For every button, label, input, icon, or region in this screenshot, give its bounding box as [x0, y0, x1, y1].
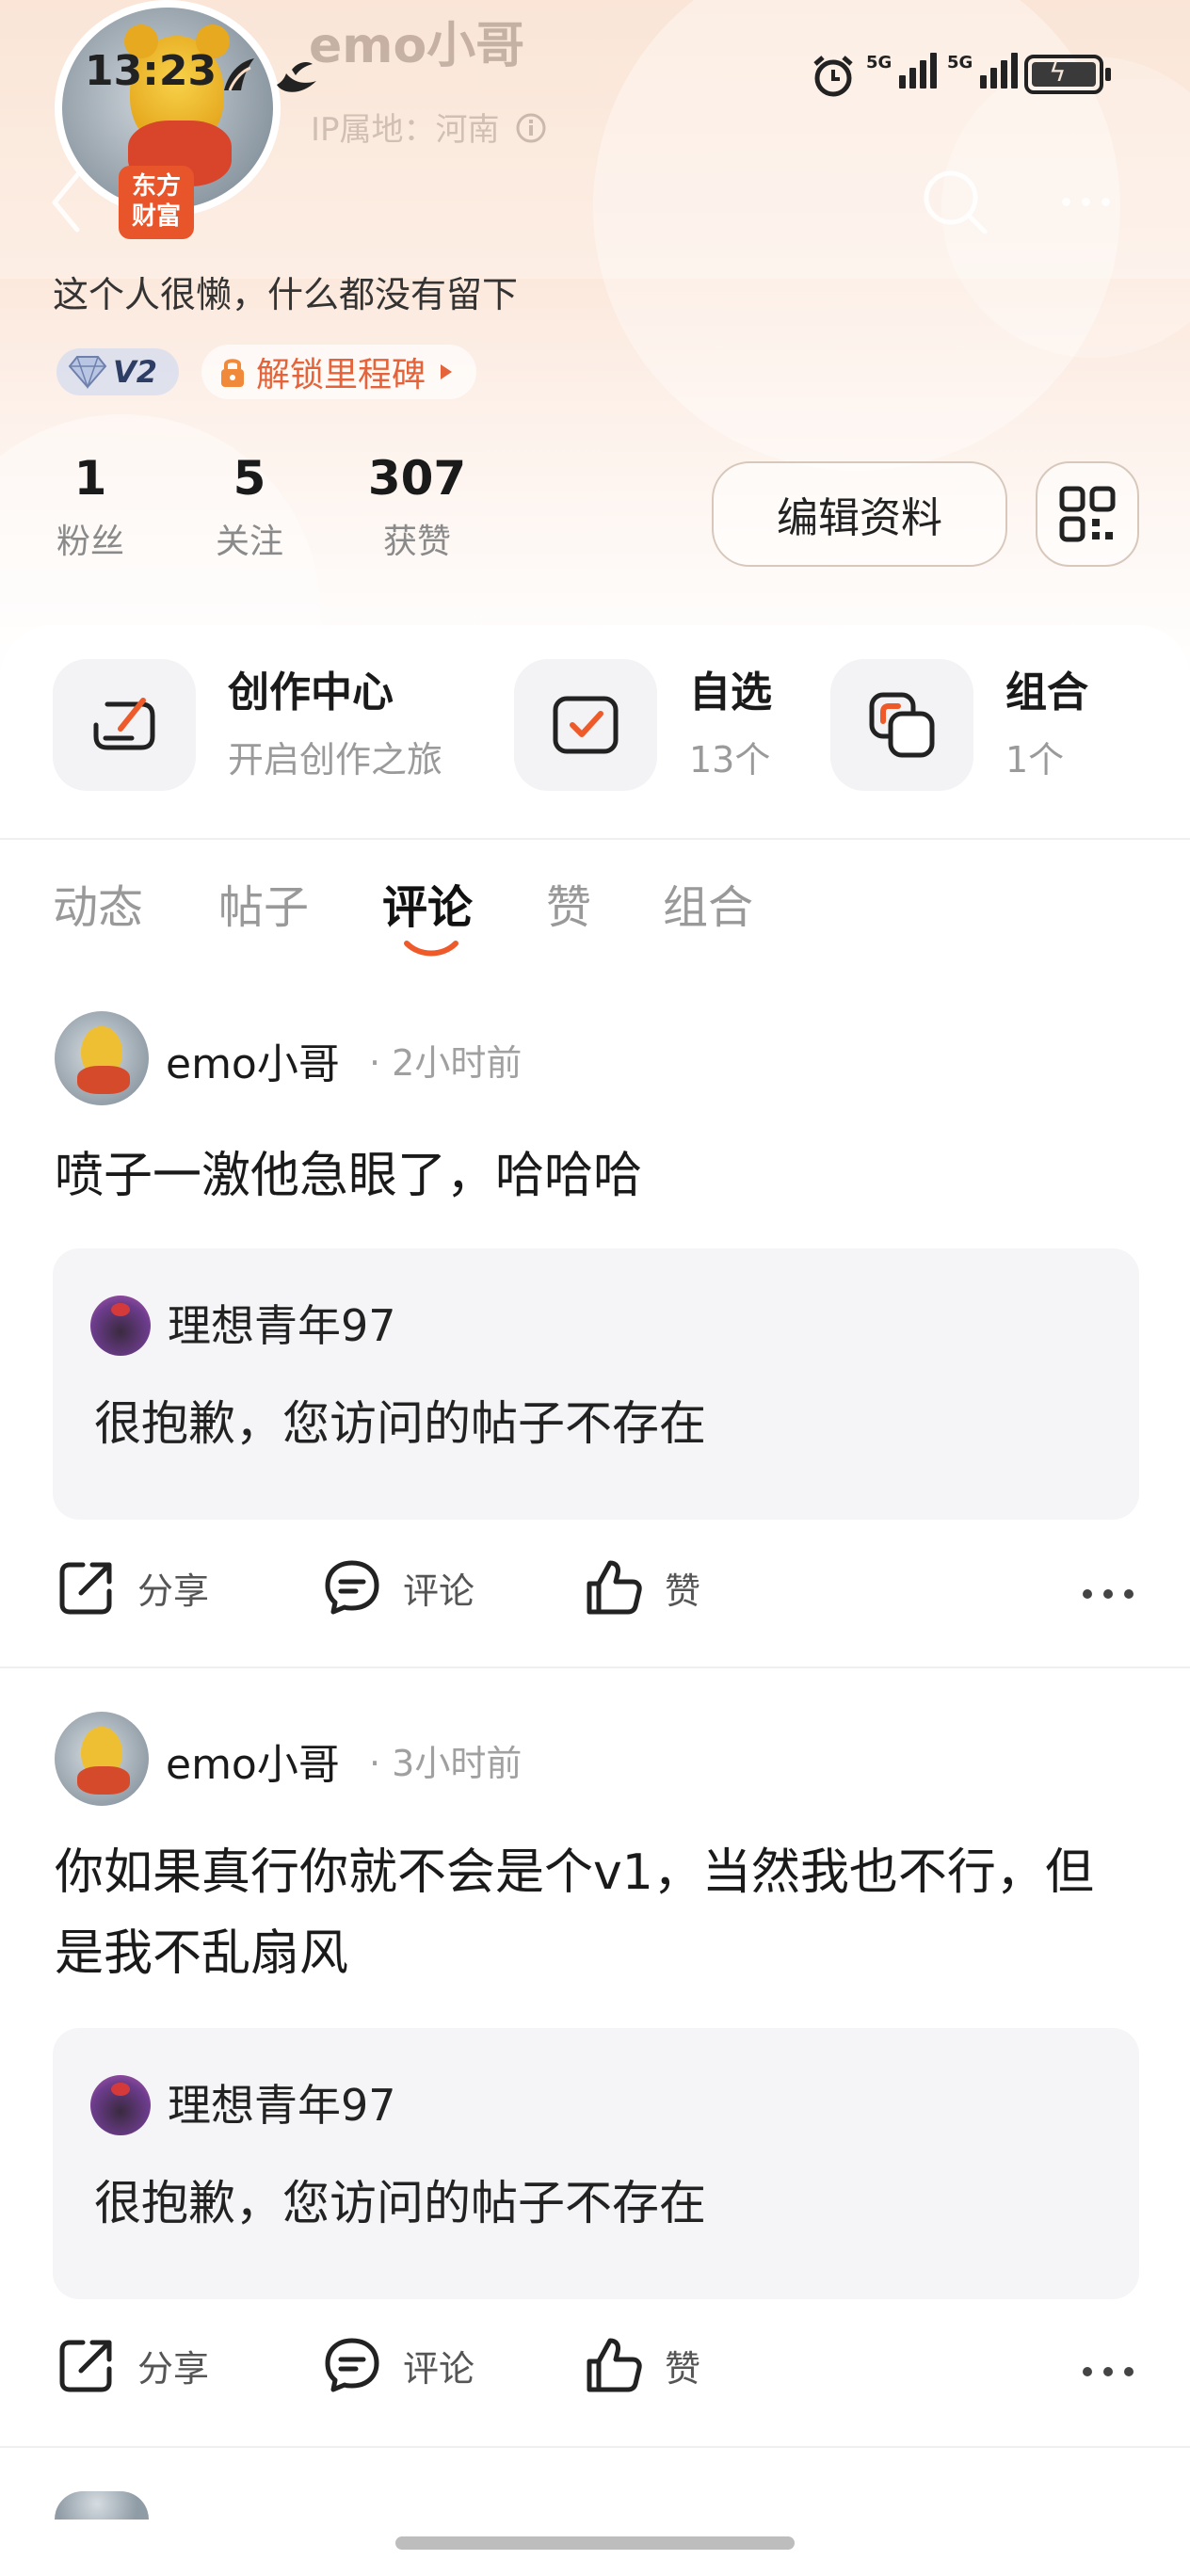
stat-value: 5: [233, 451, 266, 506]
qr-code-icon: [1059, 486, 1116, 542]
tab-likes[interactable]: 赞: [546, 870, 591, 936]
diamond-icon: [68, 356, 107, 389]
comment-text[interactable]: 你如果真行你就不会是个v1，当然我也不行，但是我不乱扇风: [55, 1832, 1137, 1994]
chevron-right-icon: [441, 364, 453, 379]
stat-following[interactable]: 5 关注: [209, 450, 290, 563]
avatar: [90, 1296, 151, 1356]
home-indicator[interactable]: [395, 2536, 795, 2550]
quick-link-portfolio[interactable]: 组合 1个: [830, 659, 1088, 791]
edit-icon: [93, 698, 155, 750]
quick-link-icon: [830, 659, 973, 791]
signal-2: 5G: [947, 53, 1019, 89]
stat-value: 1: [73, 451, 107, 506]
qr-code-button[interactable]: [1036, 461, 1139, 567]
comment-icon: [325, 1560, 379, 1615]
comment-label: 评论: [403, 1570, 475, 1612]
quoted-text: 很抱歉，您访问的帖子不存在: [94, 1396, 706, 1451]
quick-link-title: 组合: [1005, 668, 1088, 716]
quick-link-creation-center[interactable]: 创作中心 开启创作之旅: [53, 659, 442, 791]
comment-button[interactable]: 评论: [322, 1557, 474, 1618]
like-button[interactable]: 赞: [584, 1557, 700, 1618]
like-label: 赞: [665, 1570, 701, 1612]
brand-badge: 东方财富: [119, 166, 194, 239]
quoted-author: 理想青年97: [168, 2080, 396, 2131]
comment-actions: 分享 评论 赞: [0, 1557, 1190, 1633]
stat-value: 307: [367, 451, 467, 506]
comment-author[interactable]: emo小哥: [166, 1030, 340, 1090]
status-bar: 13:23 5G 5G ϟ: [0, 0, 1190, 151]
more-options-icon[interactable]: [1083, 2367, 1134, 2376]
comment-time: · 3小时前: [369, 1743, 523, 1784]
stat-label: 粉丝: [56, 523, 124, 561]
quoted-author: 理想青年97: [168, 1300, 396, 1351]
comment-label: 评论: [403, 2347, 475, 2390]
quick-link-subtitle: 1个: [1005, 738, 1065, 781]
search-icon[interactable]: [919, 166, 994, 241]
notification-icon: [224, 58, 254, 91]
thumbs-up-icon: [587, 2338, 642, 2392]
comment-actions: 分享 评论 赞: [0, 2335, 1190, 2410]
stat-likes[interactable]: 307 获赞: [367, 450, 467, 563]
divider: [0, 1666, 1190, 1668]
network-label: 5G: [866, 53, 892, 72]
more-options-icon[interactable]: [1083, 1589, 1134, 1599]
notification-icon: [277, 62, 316, 92]
share-label: 分享: [137, 1570, 210, 1612]
stat-followers[interactable]: 1 粉丝: [53, 450, 128, 563]
milestone-button[interactable]: 解锁里程碑: [201, 345, 477, 399]
profile-bio: 这个人很懒，什么都没有留下: [53, 274, 519, 315]
tab-comments[interactable]: 评论: [382, 870, 473, 936]
back-icon[interactable]: [49, 169, 83, 235]
battery-icon: ϟ: [1024, 55, 1111, 94]
share-label: 分享: [137, 2347, 210, 2390]
layers-icon: [869, 692, 935, 758]
share-button[interactable]: 分享: [56, 2335, 209, 2395]
tab-portfolio[interactable]: 组合: [663, 870, 753, 936]
avatar[interactable]: [55, 1712, 149, 1806]
active-tab-indicator: [404, 941, 458, 957]
like-label: 赞: [665, 2347, 701, 2390]
avatar: [90, 2075, 151, 2135]
quoted-post[interactable]: 理想青年97 很抱歉，您访问的帖子不存在: [53, 1248, 1139, 1520]
edit-profile-button[interactable]: 编辑资料: [712, 461, 1007, 567]
signal-1: 5G: [866, 53, 938, 89]
quoted-post[interactable]: 理想青年97 很抱歉，您访问的帖子不存在: [53, 2028, 1139, 2299]
lock-icon: [221, 359, 244, 387]
stat-label: 获赞: [382, 523, 451, 561]
tab-bar: 动态 帖子 评论 赞 组合: [0, 870, 1190, 955]
stat-label: 关注: [215, 523, 283, 561]
more-icon[interactable]: [1062, 198, 1110, 206]
quick-link-subtitle: 13个: [689, 738, 771, 781]
avatar[interactable]: [55, 2491, 149, 2520]
quick-link-icon: [514, 659, 657, 791]
quick-link-title: 自选: [689, 668, 772, 716]
level-badge[interactable]: V2: [56, 348, 179, 395]
divider: [0, 2446, 1190, 2448]
share-icon: [59, 1562, 112, 1615]
share-button[interactable]: 分享: [56, 1557, 209, 1618]
status-time: 13:23: [85, 47, 217, 95]
quick-link-subtitle: 开启创作之旅: [228, 738, 443, 781]
divider: [0, 838, 1190, 840]
tab-posts[interactable]: 帖子: [218, 870, 309, 936]
share-icon: [59, 2340, 112, 2392]
comment-icon: [325, 2338, 379, 2392]
alarm-icon: [813, 56, 853, 97]
avatar[interactable]: [55, 1011, 149, 1105]
checkbox-icon: [553, 696, 619, 754]
milestone-label: 解锁里程碑: [256, 356, 426, 394]
quoted-text: 很抱歉，您访问的帖子不存在: [94, 2176, 706, 2230]
tab-activity[interactable]: 动态: [53, 870, 143, 936]
quick-link-title: 创作中心: [228, 668, 394, 716]
comment-button[interactable]: 评论: [322, 2335, 474, 2395]
comment-time: · 2小时前: [369, 1042, 523, 1084]
level-text: V2: [113, 354, 158, 390]
comment-text[interactable]: 喷子一激他急眼了，哈哈哈: [55, 1135, 1137, 1216]
network-label: 5G: [947, 53, 973, 72]
comment-author[interactable]: emo小哥: [166, 1731, 340, 1791]
quick-link-icon: [53, 659, 196, 791]
quick-link-watchlist[interactable]: 自选 13个: [514, 659, 772, 791]
like-button[interactable]: 赞: [584, 2335, 700, 2395]
thumbs-up-icon: [587, 1560, 642, 1615]
